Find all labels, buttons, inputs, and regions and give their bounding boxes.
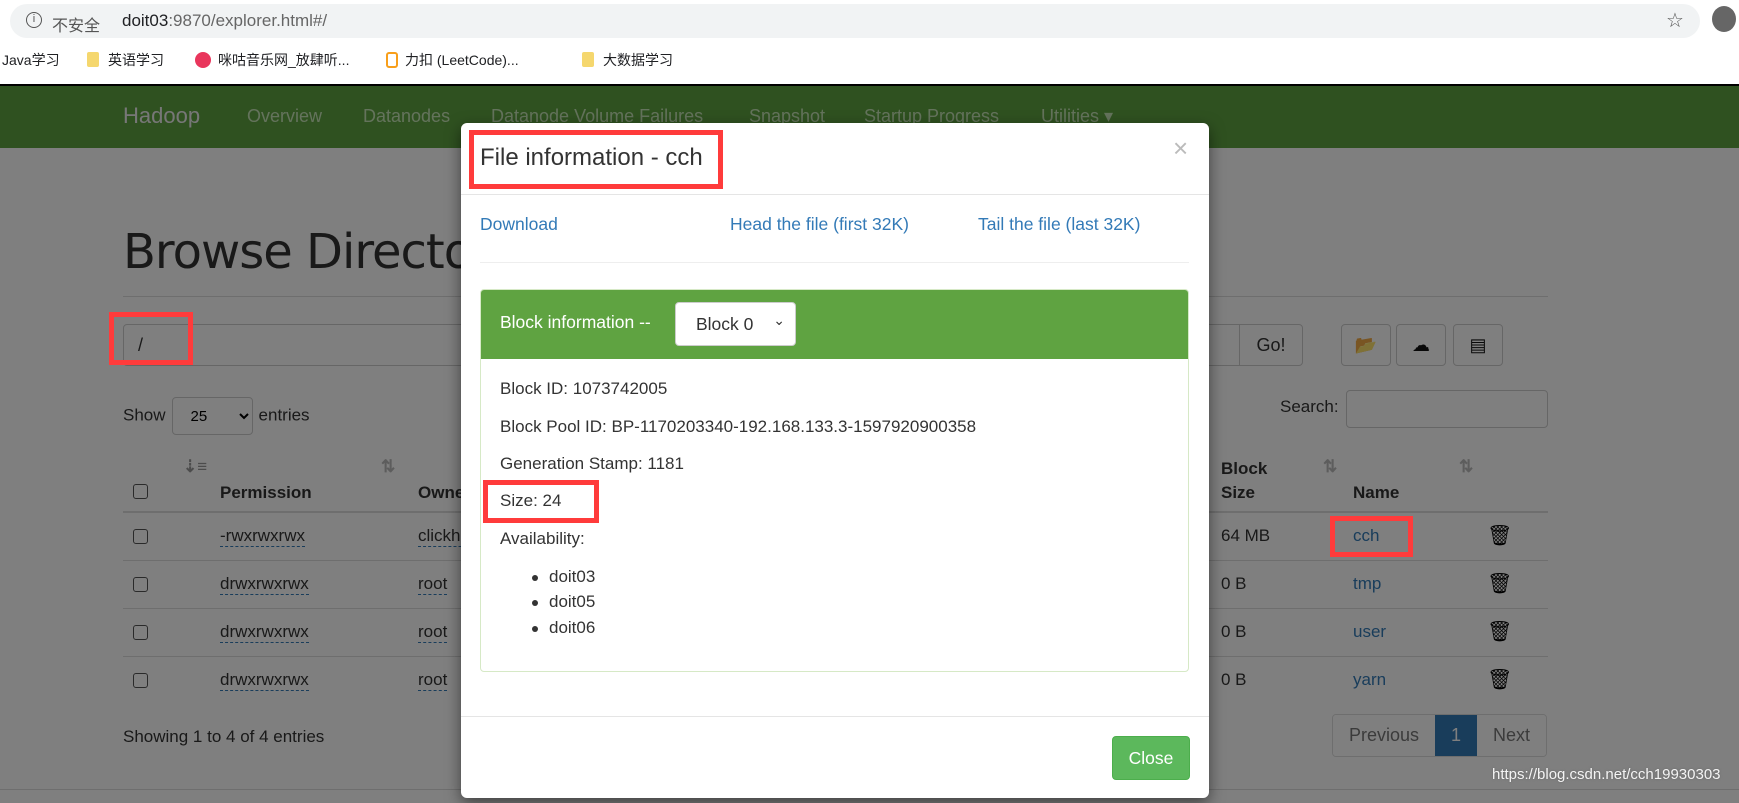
block-id: Block ID: 1073742005 <box>500 379 668 398</box>
download-link[interactable]: Download <box>480 214 558 235</box>
url-text[interactable]: doit03:9870/explorer.html#/ <box>122 11 327 31</box>
bookmark-star-icon[interactable]: ☆ <box>1666 8 1684 33</box>
block-pool-id: Block Pool ID: BP-1170203340-192.168.133… <box>500 417 977 436</box>
bookmark-label: Java学习 <box>2 52 60 68</box>
divider <box>461 194 1209 195</box>
annotation-box <box>469 130 723 189</box>
bookmark-migu[interactable]: 咪咕音乐网_放肆听... <box>195 50 349 70</box>
security-label: 不安全 <box>52 18 101 35</box>
block-info-label: Block information -- <box>500 312 651 332</box>
bookmark-english[interactable]: 英语学习 <box>87 50 164 70</box>
migu-icon <box>195 52 211 68</box>
block-select[interactable]: Block 0 ⌄ <box>675 302 796 346</box>
bookmark-label: 力扣 (LeetCode)... <box>405 52 519 68</box>
close-icon[interactable]: × <box>1173 133 1188 164</box>
file-info-modal: File information - cch × Download Head t… <box>461 123 1209 798</box>
close-button[interactable]: Close <box>1112 736 1190 780</box>
head-file-link[interactable]: Head the file (first 32K) <box>730 214 909 235</box>
annotation-box <box>483 480 599 523</box>
bookmark-bigdata[interactable]: 大数据学习 <box>582 50 673 70</box>
annotation-box <box>1330 516 1413 557</box>
url-path: :9870/explorer.html#/ <box>168 11 328 30</box>
folder-icon <box>582 52 594 67</box>
bookmark-label: 英语学习 <box>108 52 164 68</box>
availability-label: Availability: <box>500 529 585 548</box>
bookmark-java[interactable]: Java学习 <box>2 50 60 70</box>
generation-stamp: Generation Stamp: 1181 <box>500 454 684 473</box>
annotation-box <box>109 312 193 365</box>
divider <box>480 262 1189 263</box>
info-icon[interactable]: i <box>26 12 42 28</box>
bookmark-leetcode[interactable]: 力扣 (LeetCode)... <box>386 50 519 70</box>
leetcode-icon <box>386 52 398 68</box>
divider <box>461 716 1209 717</box>
datanode-item: doit06 <box>531 618 596 637</box>
datanode-item: doit05 <box>531 592 596 611</box>
url-host: doit03 <box>122 11 169 30</box>
bookmarks-bar: Java学习 英语学习 咪咕音乐网_放肆听... 力扣 (LeetCode)..… <box>0 44 1739 76</box>
watermark: https://blog.csdn.net/cch19930303 <box>1492 766 1721 783</box>
bookmark-label: 咪咕音乐网_放肆听... <box>218 52 350 68</box>
datanode-item: doit03 <box>531 567 596 586</box>
chevron-down-icon: ⌄ <box>773 312 785 328</box>
panel-heading: Block information -- Block 0 ⌄ <box>481 290 1188 359</box>
profile-icon[interactable] <box>1712 6 1736 32</box>
bookmark-label: 大数据学习 <box>603 52 673 68</box>
block-select-value: Block 0 <box>696 314 754 334</box>
tail-file-link[interactable]: Tail the file (last 32K) <box>978 214 1140 235</box>
folder-icon <box>87 52 99 67</box>
address-bar[interactable]: i 不安全 doit03:9870/explorer.html#/ <box>10 4 1700 38</box>
